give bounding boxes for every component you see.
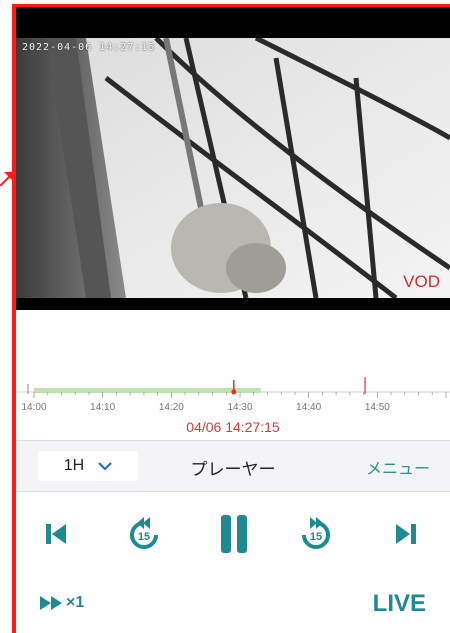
pause-button[interactable] — [214, 512, 254, 556]
speed-label: ×1 — [66, 594, 85, 611]
pause-icon — [221, 515, 247, 553]
chevron-down-icon — [98, 462, 112, 471]
rewind-seconds-label: 15 — [138, 531, 150, 543]
live-button[interactable]: LIVE — [373, 590, 426, 618]
video-frame[interactable]: 2022-04-06 14:27:15 VOD — [16, 38, 450, 298]
range-select[interactable]: 1H — [38, 451, 138, 481]
playhead-dot[interactable] — [231, 389, 237, 395]
menu-button[interactable]: メニュー — [366, 455, 430, 479]
tick-label: 14:30 — [227, 402, 253, 413]
rewind-15-icon: 15 — [130, 517, 158, 549]
rewind-15-button[interactable]: 15 — [124, 512, 164, 556]
range-value: 1H — [63, 457, 85, 474]
current-time: 04/06 14:27:15 — [186, 419, 280, 435]
tick-label: 14:00 — [21, 402, 47, 413]
frame-arrow-icon — [0, 172, 14, 186]
timeline-track[interactable] — [16, 372, 450, 402]
fast-forward-icon — [40, 596, 62, 610]
vod-label: VOD — [403, 272, 440, 291]
playback-speed-button[interactable]: ×1 — [40, 594, 84, 612]
player-toolbar: 1H プレーヤー メニュー — [16, 440, 450, 492]
tick-label: 14:10 — [90, 402, 116, 413]
tick-label: 14:50 — [364, 402, 390, 413]
tick-label: 14:40 — [296, 402, 322, 413]
skip-to-start-button[interactable] — [36, 512, 76, 556]
forward-15-button[interactable]: 15 — [296, 512, 336, 556]
timestamp-overlay: 2022-04-06 14:27:15 — [22, 42, 156, 53]
skip-to-start-icon — [46, 524, 66, 544]
skip-to-end-button[interactable] — [386, 512, 426, 556]
forward-15-icon: 15 — [302, 517, 330, 549]
skip-to-end-icon — [396, 524, 416, 544]
tick-label: 14:20 — [158, 402, 184, 413]
video-image — [16, 38, 450, 298]
timeline[interactable]: 14:00 14:10 14:20 14:30 14:40 14:50 04/06 14:… — [16, 372, 450, 438]
forward-seconds-label: 15 — [310, 531, 322, 543]
